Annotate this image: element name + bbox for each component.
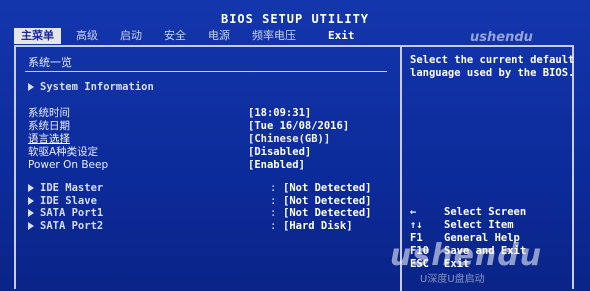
tab-exit[interactable]: Exit [321, 28, 362, 44]
port-label: SATA Port2 [28, 220, 103, 233]
setting-label: 软驱A种类设定 [28, 146, 99, 158]
tab-security[interactable]: 安全 [157, 28, 193, 44]
section-title: 系统一览 [28, 56, 72, 69]
setting-label: Power On Beep [28, 159, 109, 171]
setting-label: 语言选择 [28, 133, 70, 145]
colon: : [270, 207, 277, 219]
key-arrow-left-icon: ← [410, 206, 417, 218]
setting-value[interactable]: [Chinese(GB)] [248, 133, 330, 146]
key-desc: Select Item [444, 219, 514, 231]
port-label-text: IDE Slave [40, 195, 97, 207]
colon: : [270, 220, 277, 232]
bios-title: BIOS SETUP UTILITY [220, 12, 370, 26]
tab-power[interactable]: 电源 [201, 28, 237, 44]
port-label-text: SATA Port2 [40, 220, 104, 232]
setting-value[interactable]: [Tue 16/08/2016] [248, 120, 349, 133]
port-value: [Not Detected] [283, 207, 372, 219]
port-label: IDE Master [28, 182, 103, 195]
tab-advanced[interactable]: 高级 [69, 28, 105, 44]
watermark-tagline: U深度U盘启动 [420, 274, 485, 285]
key-desc: Select Screen [444, 206, 527, 218]
port-label-text: IDE Master [40, 182, 104, 194]
system-information-label: System Information [28, 81, 154, 94]
watermark-logo-large: ushendu [390, 238, 543, 273]
triangle-right-icon [28, 197, 34, 205]
setting-label: 系统日期 [28, 120, 70, 132]
triangle-right-icon [28, 222, 34, 230]
triangle-right-icon [28, 184, 34, 192]
key-row: ↑↓ Select Item [410, 219, 580, 232]
port-label-text: SATA Port1 [40, 207, 104, 219]
system-information-text: System Information [40, 81, 154, 93]
tab-frequency-voltage[interactable]: 频率电压 [245, 28, 303, 44]
port-value: [Not Detected] [283, 182, 372, 194]
setting-value[interactable]: [Disabled] [248, 146, 311, 159]
port-value: [Hard Disk] [283, 220, 353, 232]
setting-value[interactable]: [Enabled] [248, 159, 305, 172]
triangle-right-icon [28, 83, 34, 91]
watermark-logo: ushendu [470, 30, 533, 45]
key-arrows-updown-icon: ↑↓ [410, 219, 423, 231]
tab-main[interactable]: 主菜单 [14, 28, 61, 44]
help-text: Select the current default language used… [410, 54, 575, 79]
colon: : [270, 182, 277, 194]
tab-boot[interactable]: 启动 [113, 28, 149, 44]
setting-value[interactable]: [18:09:31] [248, 107, 311, 120]
port-label: SATA Port1 [28, 207, 103, 220]
setting-label: 系统时间 [28, 107, 70, 119]
key-row: ← Select Screen [410, 206, 580, 219]
triangle-right-icon [28, 209, 34, 217]
section-underline [25, 71, 387, 72]
